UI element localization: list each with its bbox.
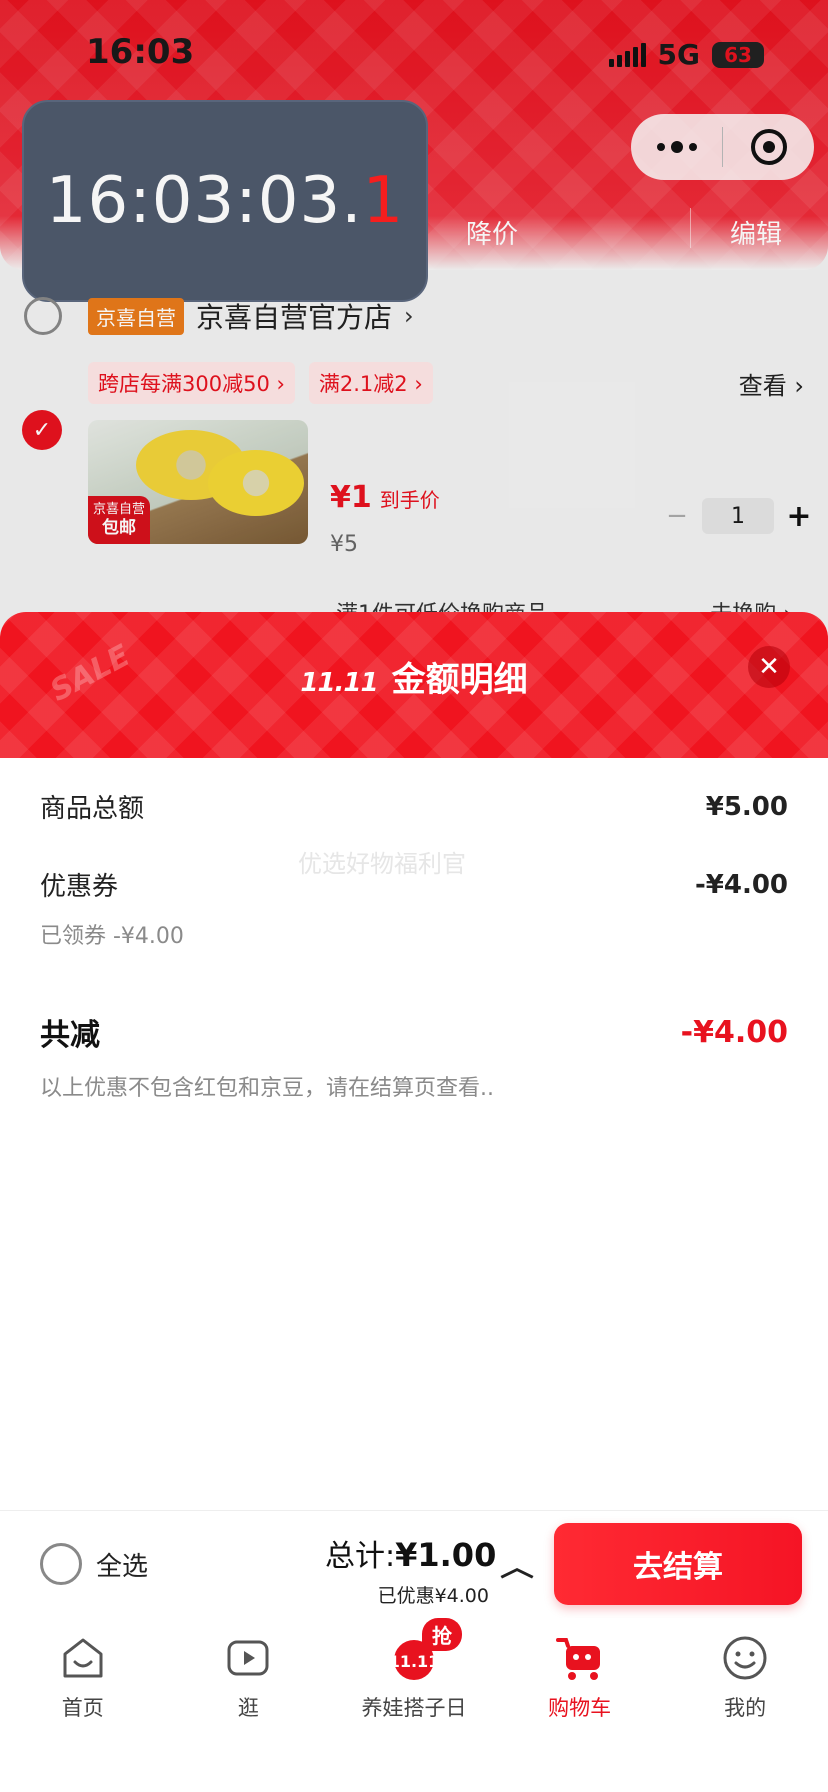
miniprogram-capsule xyxy=(631,114,814,180)
total-reduce-row: 共减 -¥4.00 xyxy=(40,1010,788,1054)
goods-total-row: 商品总额 ¥5.00 xyxy=(40,788,788,825)
checkout-button[interactable]: 去结算 xyxy=(554,1523,802,1605)
product-price-value: ¥1 xyxy=(330,480,372,515)
double-eleven-logo: 11.11 xyxy=(300,668,378,698)
select-all-radio[interactable] xyxy=(40,1543,82,1585)
profile-icon xyxy=(719,1632,771,1684)
battery-icon: 63 xyxy=(712,41,764,68)
more-icon[interactable] xyxy=(631,141,722,153)
product-price: ¥1 到手价 xyxy=(330,480,440,515)
tab-cart[interactable]: 购物车 xyxy=(497,1618,663,1792)
coupon-label: 优惠券 xyxy=(40,872,119,902)
tab-label: 逛 xyxy=(237,1696,259,1720)
tab-label: 我的 xyxy=(724,1696,767,1720)
minus-button[interactable]: − xyxy=(662,501,692,531)
sheet-title-text: 金额明细 xyxy=(391,660,528,700)
signal-icon xyxy=(608,42,646,67)
chevron-right-icon: › xyxy=(404,302,414,330)
saved-amount: 已优惠¥4.00 xyxy=(377,1585,489,1607)
coupon-value: -¥4.00 xyxy=(694,869,788,900)
quantity-stepper: − 1 + xyxy=(662,498,814,534)
discount-note: 以上优惠不包含红包和京豆，请在结算页查看.. xyxy=(40,1076,494,1101)
clock-time: 16:03:03. xyxy=(45,164,363,238)
product-image[interactable]: 京喜自营 包邮 xyxy=(88,420,308,544)
status-time: 16:03 xyxy=(86,32,195,72)
tape-roll-graphic xyxy=(208,450,304,516)
close-icon[interactable]: ✕ xyxy=(748,646,790,688)
sum-line: 总计:¥1.00 xyxy=(325,1531,496,1575)
checkout-bar: 全选 总计:¥1.00 已优惠¥4.00 ︿ 去结算 xyxy=(0,1510,828,1618)
cart-page-background: 16:03 5G 63 降价 编辑 16:03:03. 1 京喜自营 京喜自营官方… xyxy=(0,0,828,640)
exit-target-icon[interactable] xyxy=(723,129,814,165)
quantity-value[interactable]: 1 xyxy=(702,498,774,534)
coupon-sub-text: 已领券 -¥4.00 xyxy=(40,924,184,949)
cart-icon xyxy=(554,1632,606,1684)
sheet-header: SALE 11.11 金额明细 ✕ xyxy=(0,612,828,758)
chevron-up-icon[interactable]: ︿ xyxy=(500,1547,534,1584)
tab-home[interactable]: 首页 xyxy=(0,1618,166,1792)
select-all-toggle[interactable]: 全选 xyxy=(40,1543,148,1585)
shop-row[interactable]: 京喜自营 京喜自营官方店 › xyxy=(24,296,804,336)
total-reduce-label: 共减 xyxy=(40,1018,100,1053)
sum-block: 总计:¥1.00 已优惠¥4.00 xyxy=(325,1531,496,1608)
promo-tag-cross-store[interactable]: 跨店每满300减50 › xyxy=(88,362,295,404)
shop-name[interactable]: 京喜自营官方店 xyxy=(196,296,392,336)
sum-label: 总计: xyxy=(325,1539,396,1574)
bottom-tab-bar: 首页 逛 11.11 抢 养娃搭子日 购物车 我的 xyxy=(0,1618,828,1792)
promo-view-link[interactable]: 查看 › xyxy=(739,366,804,401)
shop-select-radio[interactable] xyxy=(24,297,62,335)
status-icons: 5G 63 xyxy=(608,38,764,71)
goods-total-label: 商品总额 xyxy=(40,794,145,824)
tab-price-drop[interactable]: 降价 xyxy=(466,214,518,251)
clock-overlay: 16:03:03. 1 xyxy=(22,100,428,302)
tab-divider xyxy=(690,208,691,248)
product-image-badge: 京喜自营 包邮 xyxy=(88,496,150,544)
video-icon xyxy=(222,1632,274,1684)
grab-badge: 抢 xyxy=(421,1618,462,1651)
tab-event[interactable]: 11.11 抢 养娃搭子日 xyxy=(331,1618,497,1792)
home-icon xyxy=(57,1632,109,1684)
sum-value: ¥1.00 xyxy=(395,1536,497,1574)
goods-total-value: ¥5.00 xyxy=(705,791,788,822)
select-all-label: 全选 xyxy=(96,1551,149,1582)
coupon-row: 优惠券 -¥4.00 xyxy=(40,866,788,903)
product-original-price: ¥5 xyxy=(330,532,358,557)
tab-label: 养娃搭子日 xyxy=(361,1696,467,1720)
event-icon: 11.11 抢 xyxy=(388,1618,462,1684)
tab-label: 首页 xyxy=(61,1696,104,1720)
total-reduce-value: -¥4.00 xyxy=(680,1014,788,1050)
product-price-note: 到手价 xyxy=(379,488,440,512)
product-checked-icon[interactable]: ✓ xyxy=(22,410,62,450)
tab-browse[interactable]: 逛 xyxy=(166,1618,332,1792)
promo-row: 跨店每满300减50 › 满2.1减2 › 查看 › xyxy=(88,362,804,404)
shop-tag: 京喜自营 xyxy=(88,297,184,335)
sheet-title: 11.11 金额明细 xyxy=(0,652,828,701)
tab-label: 购物车 xyxy=(548,1696,612,1720)
plus-button[interactable]: + xyxy=(784,499,814,534)
edit-button[interactable]: 编辑 xyxy=(730,214,782,251)
tab-profile[interactable]: 我的 xyxy=(662,1618,828,1792)
svg-text:11.11: 11.11 xyxy=(389,1652,440,1671)
promo-tag-discount[interactable]: 满2.1减2 › xyxy=(308,362,433,404)
clock-tenth: 1 xyxy=(362,164,405,238)
network-label: 5G xyxy=(657,38,700,71)
